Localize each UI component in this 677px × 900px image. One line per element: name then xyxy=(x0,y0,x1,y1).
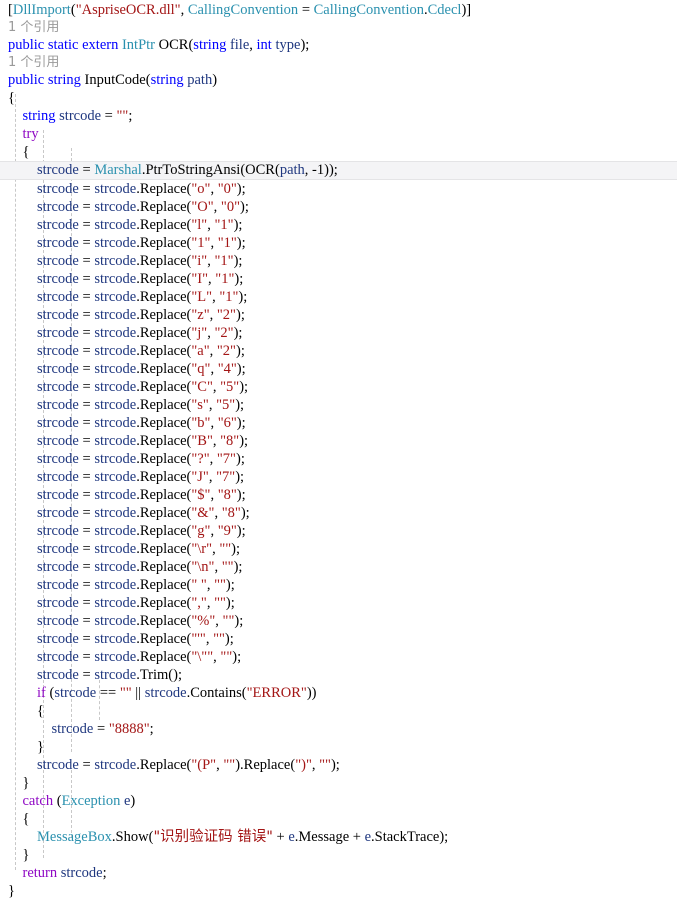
code-line[interactable]: strcode = strcode.Replace("%", ""); xyxy=(0,612,677,630)
code-line[interactable]: strcode = strcode.Replace("C", "5"); xyxy=(0,378,677,396)
code-line[interactable]: strcode = strcode.Replace("g", "9"); xyxy=(0,522,677,540)
code-line[interactable]: strcode = strcode.Replace("(P", "").Repl… xyxy=(0,756,677,774)
code-line[interactable]: public string InputCode(string path) xyxy=(0,71,677,89)
code-line[interactable]: strcode = strcode.Replace("i", "1"); xyxy=(0,252,677,270)
codelens-reference-count[interactable]: 1 个引用 xyxy=(0,19,677,36)
code-line[interactable]: string strcode = ""; xyxy=(0,107,677,125)
code-line[interactable]: } xyxy=(0,882,677,900)
code-line[interactable]: strcode = strcode.Trim(); xyxy=(0,666,677,684)
code-line[interactable]: strcode = strcode.Replace("&", "8"); xyxy=(0,504,677,522)
code-line[interactable]: { xyxy=(0,143,677,161)
code-line[interactable]: strcode = strcode.Replace("'", ""); xyxy=(0,630,677,648)
code-line[interactable]: strcode = strcode.Replace("1", "1"); xyxy=(0,234,677,252)
code-line[interactable]: } xyxy=(0,846,677,864)
code-line[interactable]: strcode = strcode.Replace("a", "2"); xyxy=(0,342,677,360)
code-line[interactable]: } xyxy=(0,774,677,792)
code-line[interactable]: strcode = strcode.Replace("\n", ""); xyxy=(0,558,677,576)
code-line[interactable]: MessageBox.Show("识别验证码 错误" + e.Message +… xyxy=(0,828,677,846)
code-line[interactable]: { xyxy=(0,810,677,828)
code-line[interactable]: } xyxy=(0,738,677,756)
code-line[interactable]: catch (Exception e) xyxy=(0,792,677,810)
code-line[interactable]: strcode = "8888"; xyxy=(0,720,677,738)
code-line[interactable]: strcode = strcode.Replace("I", "1"); xyxy=(0,270,677,288)
code-line[interactable]: { xyxy=(0,89,677,107)
code-line[interactable]: strcode = strcode.Replace("s", "5"); xyxy=(0,396,677,414)
code-line[interactable]: strcode = strcode.Replace("?", "7"); xyxy=(0,450,677,468)
code-line[interactable]: strcode = strcode.Replace("o", "0"); xyxy=(0,180,677,198)
code-line[interactable]: if (strcode == "" || strcode.Contains("E… xyxy=(0,684,677,702)
code-line[interactable]: strcode = strcode.Replace("z", "2"); xyxy=(0,306,677,324)
code-editor-surface[interactable]: [DllImport("AspriseOCR.dll", CallingConv… xyxy=(0,0,677,899)
code-line[interactable]: try xyxy=(0,125,677,143)
code-line[interactable]: strcode = strcode.Replace("B", "8"); xyxy=(0,432,677,450)
codelens-reference-count[interactable]: 1 个引用 xyxy=(0,54,677,71)
code-line[interactable]: strcode = strcode.Replace("j", "2"); xyxy=(0,324,677,342)
code-line[interactable]: return strcode; xyxy=(0,864,677,882)
code-line[interactable]: strcode = strcode.Replace("J", "7"); xyxy=(0,468,677,486)
code-line[interactable]: strcode = strcode.Replace("l", "1"); xyxy=(0,216,677,234)
code-line[interactable]: strcode = strcode.Replace("\"", ""); xyxy=(0,648,677,666)
code-line[interactable]: strcode = strcode.Replace("q", "4"); xyxy=(0,360,677,378)
code-line[interactable]: strcode = strcode.Replace("O", "0"); xyxy=(0,198,677,216)
code-line[interactable]: strcode = strcode.Replace(" ", ""); xyxy=(0,576,677,594)
code-line[interactable]: strcode = strcode.Replace("L", "1"); xyxy=(0,288,677,306)
code-line[interactable]: strcode = strcode.Replace("\r", ""); xyxy=(0,540,677,558)
code-line[interactable]: { xyxy=(0,702,677,720)
code-line[interactable]: public static extern IntPtr OCR(string f… xyxy=(0,36,677,54)
code-line-current[interactable]: strcode = Marshal.PtrToStringAnsi(OCR(pa… xyxy=(0,161,677,180)
code-lines-container[interactable]: [DllImport("AspriseOCR.dll", CallingConv… xyxy=(0,1,677,900)
code-line[interactable]: strcode = strcode.Replace("b", "6"); xyxy=(0,414,677,432)
code-line[interactable]: [DllImport("AspriseOCR.dll", CallingConv… xyxy=(0,1,677,19)
code-line[interactable]: strcode = strcode.Replace("$", "8"); xyxy=(0,486,677,504)
code-line[interactable]: strcode = strcode.Replace(",", ""); xyxy=(0,594,677,612)
